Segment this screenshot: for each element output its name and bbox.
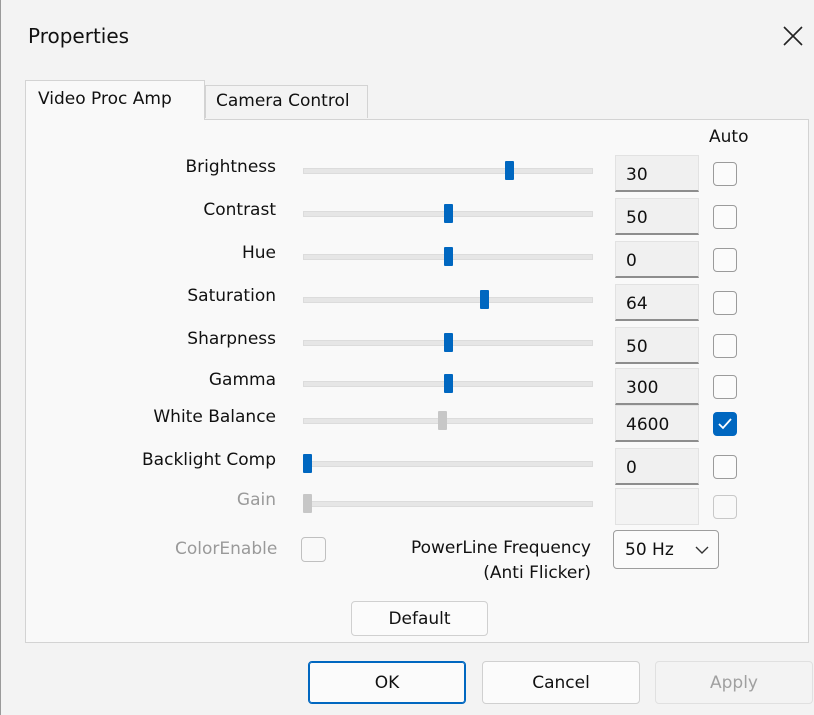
brightness-value-field[interactable]: 30 [615,155,699,192]
backlight-comp-value-field[interactable]: 0 [615,448,699,485]
sharpness-auto-checkbox[interactable] [713,334,737,358]
gamma-label: Gamma [208,370,276,390]
close-icon [783,26,803,46]
powerline-frequency-select[interactable]: 50 Hz [613,530,719,569]
tab-camera-control[interactable]: Camera Control [205,85,368,118]
properties-dialog: Properties Video Proc Amp Camera Control… [0,0,814,715]
ok-button[interactable]: OK [308,661,466,704]
backlight-comp-label: Backlight Comp [142,450,276,470]
backlight-comp-slider-thumb[interactable] [303,454,312,473]
close-button[interactable] [771,14,814,58]
colorenable-checkbox[interactable] [301,537,326,562]
gamma-value-field[interactable]: 300 [615,368,699,405]
brightness-slider[interactable] [303,168,593,174]
backlight-comp-slider[interactable] [303,461,593,467]
default-button[interactable]: Default [351,601,488,636]
white-balance-value-field[interactable]: 4600 [615,405,699,442]
powerline-selected-value: 50 Hz [625,540,674,560]
hue-slider-thumb[interactable] [443,247,453,266]
contrast-value-field[interactable]: 50 [615,198,699,235]
gain-label: Gain [236,490,276,510]
saturation-label: Saturation [187,286,276,306]
apply-button[interactable]: Apply [655,661,813,704]
colorenable-label: ColorEnable [175,539,278,559]
backlight-comp-auto-checkbox[interactable] [713,455,737,479]
contrast-auto-checkbox[interactable] [713,205,737,229]
checkmark-icon [718,418,732,430]
gain-auto-checkbox [713,495,737,519]
white-balance-label: White Balance [153,407,276,427]
tab-video-proc-amp[interactable]: Video Proc Amp [25,80,205,120]
brightness-slider-thumb[interactable] [505,161,515,180]
powerline-label-line2: (Anti Flicker) [483,563,591,583]
hue-value-field[interactable]: 0 [615,241,699,278]
powerline-label-line1: PowerLine Frequency [410,538,591,558]
cancel-button[interactable]: Cancel [482,661,640,704]
sharpness-slider-thumb[interactable] [443,333,453,352]
chevron-down-icon [695,546,709,554]
saturation-value-field[interactable]: 64 [615,284,699,321]
brightness-label: Brightness [185,157,276,177]
saturation-slider-thumb[interactable] [480,290,490,309]
powerline-frequency-label: PowerLine Frequency (Anti Flicker) [381,536,591,586]
brightness-auto-checkbox[interactable] [713,162,737,186]
white-balance-auto-checkbox[interactable] [713,412,737,436]
hue-auto-checkbox[interactable] [713,248,737,272]
dialog-title: Properties [28,24,130,48]
white-balance-slider-thumb [437,411,447,430]
auto-column-header: Auto [709,127,749,147]
gain-slider [303,501,593,507]
gain-value-field [615,488,699,525]
gain-slider-thumb [303,494,312,513]
saturation-auto-checkbox[interactable] [713,291,737,315]
sharpness-value-field[interactable]: 50 [615,327,699,364]
contrast-slider-thumb[interactable] [443,204,453,223]
white-balance-slider[interactable] [303,418,593,424]
gamma-slider-thumb[interactable] [443,374,453,393]
title-bar: Properties [1,0,814,76]
saturation-slider[interactable] [303,297,593,303]
gamma-auto-checkbox[interactable] [713,375,737,399]
contrast-label: Contrast [203,200,276,220]
hue-label: Hue [241,243,276,263]
sharpness-label: Sharpness [187,329,276,349]
